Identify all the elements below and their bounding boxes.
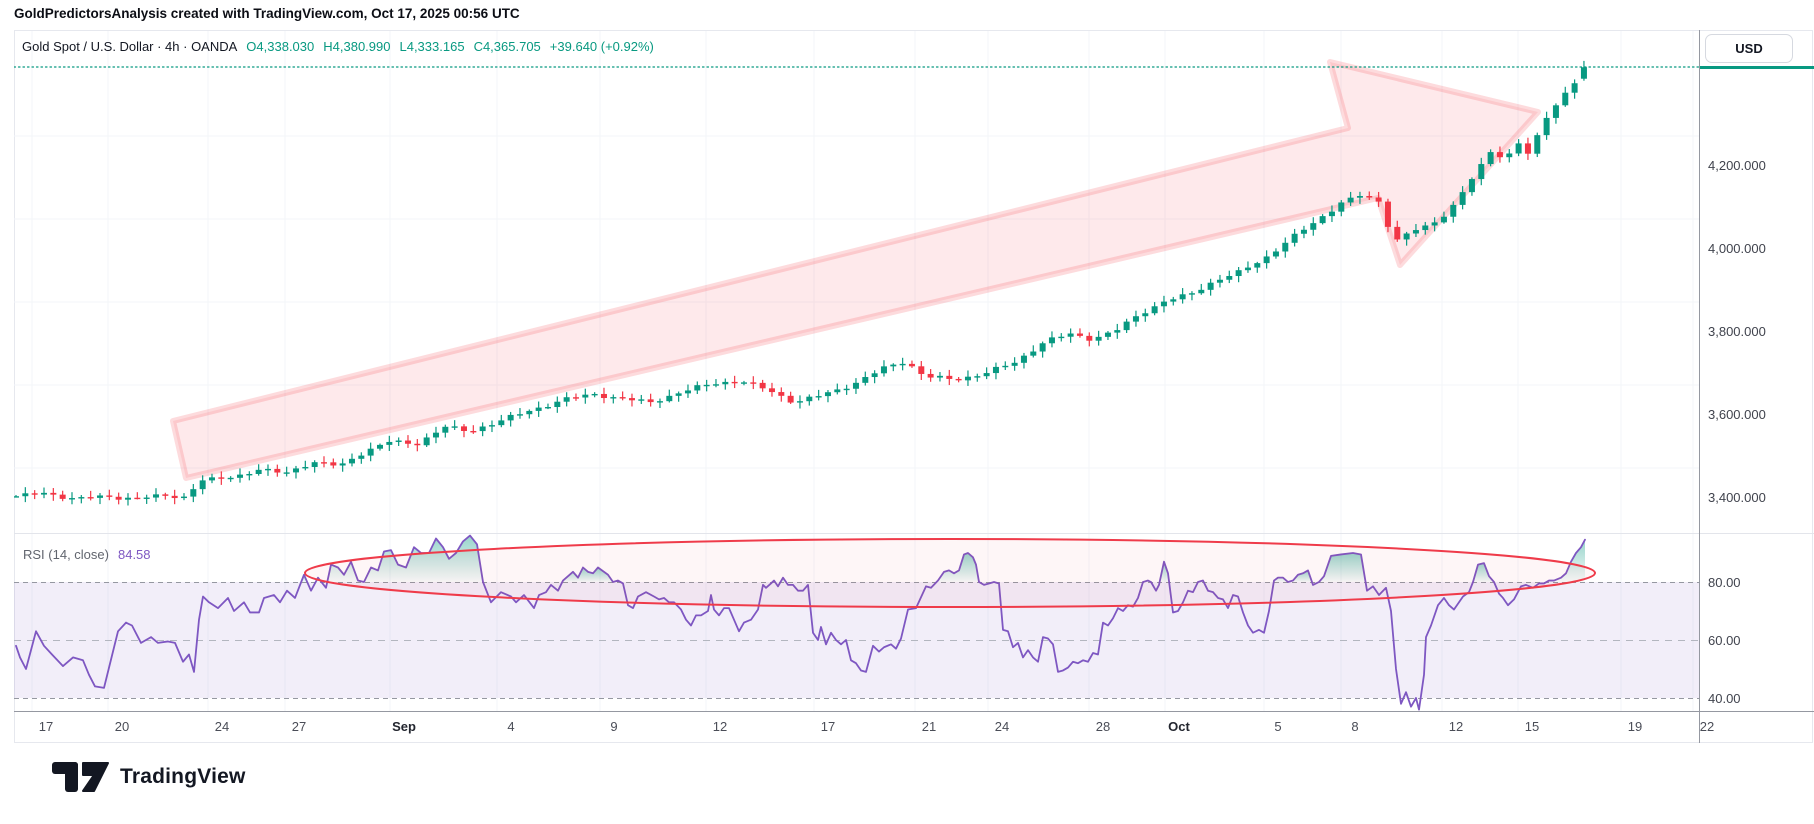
price-chart-canvas[interactable] <box>14 30 1814 743</box>
tradingview-logo[interactable]: TradingView <box>52 762 246 792</box>
tradingview-logo-icon <box>52 762 110 792</box>
date-axis-label: 27 <box>292 719 306 734</box>
date-axis-label: 17 <box>39 719 53 734</box>
price-axis-label: 4,000.000 <box>1708 241 1766 256</box>
attribution-header: GoldPredictorsAnalysis created with Trad… <box>14 6 520 21</box>
currency-toggle-button[interactable]: USD <box>1705 34 1793 63</box>
tradingview-logo-text: TradingView <box>120 765 246 789</box>
date-axis-label: 19 <box>1628 719 1642 734</box>
price-axis-label: 3,400.000 <box>1708 490 1766 505</box>
ohlc-open: O4,338.030 <box>246 39 314 54</box>
price-axis-label: 3,800.000 <box>1708 324 1766 339</box>
rsi-legend[interactable]: RSI (14, close) 84.58 <box>23 547 151 562</box>
symbol-legend[interactable]: Gold Spot / U.S. Dollar · 4h · OANDA O4,… <box>22 39 654 54</box>
symbol-title: Gold Spot / U.S. Dollar · 4h · OANDA <box>22 39 237 54</box>
date-axis-label: 28 <box>1096 719 1110 734</box>
date-axis-label: 5 <box>1274 719 1281 734</box>
date-axis-label: 17 <box>821 719 835 734</box>
price-axis-label: 4,200.000 <box>1708 158 1766 173</box>
ohlc-high: H4,380.990 <box>323 39 390 54</box>
rsi-axis-label: 60.00 <box>1708 633 1741 648</box>
date-axis-label: 4 <box>507 719 514 734</box>
date-axis-label: 12 <box>713 719 727 734</box>
rsi-value: 84.58 <box>118 547 151 562</box>
date-axis-label: 12 <box>1449 719 1463 734</box>
date-axis-label: 24 <box>995 719 1009 734</box>
change-value: +39.640 (+0.92%) <box>550 39 654 54</box>
rsi-axis-label: 80.00 <box>1708 575 1741 590</box>
date-axis-label: 15 <box>1525 719 1539 734</box>
rsi-axis-label: 40.00 <box>1708 691 1741 706</box>
date-axis-label: 21 <box>922 719 936 734</box>
rsi-indicator-label: RSI (14, close) <box>23 547 109 562</box>
tradingview-snapshot: { "header": { "title": "GoldPredictorsAn… <box>0 0 1814 824</box>
date-axis-label: Sep <box>392 719 416 734</box>
ohlc-low: L4,333.165 <box>399 39 464 54</box>
currency-underline <box>1700 66 1814 69</box>
price-axis-label: 3,600.000 <box>1708 407 1766 422</box>
date-axis-label: Oct <box>1168 719 1190 734</box>
date-axis-label: 8 <box>1351 719 1358 734</box>
date-axis-label: 9 <box>610 719 617 734</box>
date-axis-label: 20 <box>115 719 129 734</box>
date-axis-label: 22 <box>1700 719 1714 734</box>
ohlc-close: C4,365.705 <box>474 39 541 54</box>
overbought-ellipse-annotation <box>305 539 1595 607</box>
date-axis-label: 24 <box>215 719 229 734</box>
